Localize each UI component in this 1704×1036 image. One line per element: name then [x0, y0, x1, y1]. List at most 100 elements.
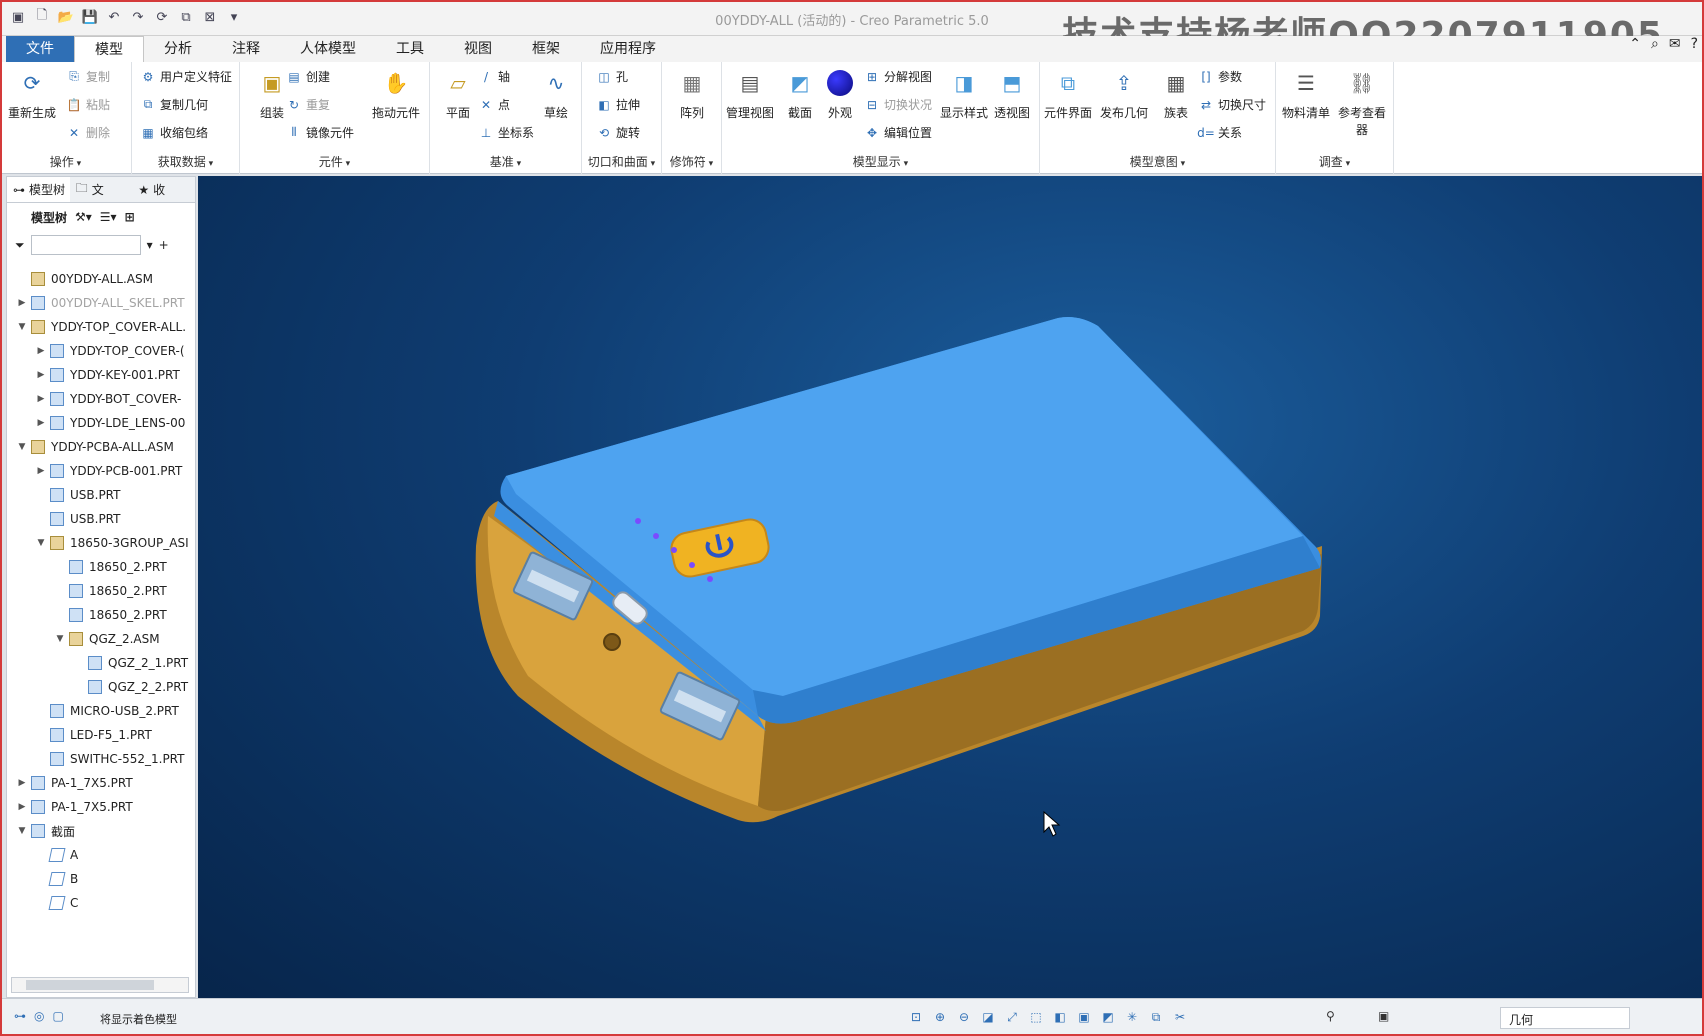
switch-dimensions-button[interactable]: ⇄ 切换尺寸 — [1198, 96, 1266, 113]
extrude-button[interactable]: ◧ 拉伸 — [596, 96, 640, 113]
pattern-button[interactable]: ▦ 阵列 — [664, 66, 720, 121]
tree-item[interactable]: 18650_2.PRT — [7, 603, 197, 627]
tree-item[interactable]: ▶ YDDY-KEY-001.PRT — [7, 363, 197, 387]
drag-component-button[interactable]: ✋ 拖动元件 — [368, 66, 424, 121]
selection-filter-dropdown[interactable]: 几何 — [1500, 1007, 1630, 1029]
expand-icon[interactable]: ▶ — [34, 346, 48, 356]
revolve-button[interactable]: ⟲ 旋转 — [596, 124, 640, 141]
tab-framework[interactable]: 框架 — [512, 36, 580, 62]
tab-tools[interactable]: 工具 — [376, 36, 444, 62]
group-title-cut-surface[interactable]: 切口和曲面 — [582, 153, 661, 170]
shrinkwrap-button[interactable]: ▦ 收缩包络 — [140, 124, 208, 141]
search-icon[interactable]: ⌕ — [1651, 36, 1659, 52]
regenerate-button[interactable]: ⟳ 重新生成 — [4, 66, 60, 121]
settings-icon[interactable]: ⚒▾ — [75, 210, 92, 224]
csys-button[interactable]: ⊥ 坐标系 — [478, 124, 534, 141]
family-table-button[interactable]: ▦ 族表 — [1148, 66, 1204, 121]
axis-button[interactable]: / 轴 — [478, 68, 510, 85]
tree-toggle-icon[interactable]: ⊶ — [14, 1009, 26, 1023]
tab-analysis[interactable]: 分析 — [144, 36, 212, 62]
appearance-button[interactable]: 外观 — [812, 66, 868, 121]
tree-item[interactable]: ▶ YDDY-LDE_LENS-00 — [7, 411, 197, 435]
copy-geometry-button[interactable]: ⧉ 复制几何 — [140, 96, 208, 113]
tree-item[interactable]: ▶ YDDY-TOP_COVER-( — [7, 339, 197, 363]
zoom-out-icon[interactable]: ⊖ — [956, 1009, 972, 1025]
browser-icon[interactable]: ◎ — [34, 1009, 44, 1023]
tab-applications[interactable]: 应用程序 — [580, 36, 676, 62]
tab-folder-browser[interactable]: 🗀 文 — [70, 177, 133, 202]
tab-model-tree[interactable]: ⊶ 模型树 — [7, 177, 70, 202]
expand-icon[interactable]: ▶ — [15, 298, 29, 308]
tab-favorites[interactable]: ★ 收 — [132, 177, 195, 202]
scrollbar-thumb[interactable] — [26, 980, 154, 990]
collapse-icon[interactable]: ▼ — [53, 634, 67, 644]
tree-item[interactable]: 18650_2.PRT — [7, 555, 197, 579]
expand-icon[interactable]: ▶ — [34, 394, 48, 404]
power-bank-3d-model[interactable] — [198, 176, 1704, 998]
collapse-icon[interactable]: ▼ — [15, 826, 29, 836]
columns-icon[interactable]: ⊞ — [125, 210, 135, 224]
udf-button[interactable]: ⚙ 用户定义特征 — [140, 68, 232, 85]
tree-item[interactable]: SWITHC-552_1.PRT — [7, 747, 197, 771]
tree-item[interactable]: ▶ PA-1_7X5.PRT — [7, 771, 197, 795]
tab-annotate[interactable]: 注释 — [212, 36, 280, 62]
group-title-component[interactable]: 元件 — [240, 153, 429, 170]
group-title-model-display[interactable]: 模型显示 — [722, 153, 1039, 170]
point-button[interactable]: ✕ 点 — [478, 96, 510, 113]
display-style-toggle-icon[interactable]: ◧ — [1052, 1009, 1068, 1025]
help-icon[interactable]: ? — [1691, 36, 1698, 52]
repeat-button[interactable]: ↻ 重复 — [286, 96, 330, 113]
group-title-modifiers[interactable]: 修饰符 — [662, 153, 721, 170]
filter-icon[interactable]: ⏷ — [15, 238, 25, 253]
paste-button[interactable]: 📋 粘贴 — [66, 96, 111, 113]
perspective-button[interactable]: ⬒ 透视图 — [984, 66, 1040, 121]
group-title-operations[interactable]: 操作 — [0, 153, 131, 170]
tree-item[interactable]: ▼ 截面 — [7, 819, 197, 843]
expand-icon[interactable]: ▶ — [15, 778, 29, 788]
selection-filter-icon[interactable]: ▣ — [1378, 1009, 1389, 1023]
show-icon[interactable]: ☰▾ — [100, 210, 117, 224]
tree-item[interactable]: A — [7, 843, 197, 867]
tab-manikin[interactable]: 人体模型 — [280, 36, 376, 62]
section-toggle-icon[interactable]: ▣ — [1076, 1009, 1092, 1025]
tree-item[interactable]: ▼ QGZ_2.ASM — [7, 627, 197, 651]
tab-view[interactable]: 视图 — [444, 36, 512, 62]
tree-item[interactable]: LED-F5_1.PRT — [7, 723, 197, 747]
graphics-window[interactable] — [198, 176, 1704, 998]
filter-dropdown-icon[interactable]: ▾ — [147, 238, 153, 252]
collapse-icon[interactable]: ▼ — [15, 322, 29, 332]
annotation-display-icon[interactable]: ⧉ — [1148, 1009, 1164, 1025]
tree-item[interactable]: MICRO-USB_2.PRT — [7, 699, 197, 723]
tree-item[interactable]: B — [7, 867, 197, 891]
hole-button[interactable]: ◫ 孔 — [596, 68, 628, 85]
tree-item[interactable]: ▼ YDDY-PCBA-ALL.ASM — [7, 435, 197, 459]
publish-geometry-button[interactable]: ⇪ 发布几何 — [1096, 66, 1152, 121]
reference-viewer-button[interactable]: ⛓ 参考查看器 — [1334, 66, 1390, 138]
group-title-get-data[interactable]: 获取数据 — [132, 153, 239, 170]
tree-item[interactable]: USB.PRT — [7, 483, 197, 507]
tree-item[interactable]: ▼ 18650-3GROUP_ASI — [7, 531, 197, 555]
group-title-datum[interactable]: 基准 — [430, 153, 581, 170]
tree-item[interactable]: ▶ PA-1_7X5.PRT — [7, 795, 197, 819]
copy-button[interactable]: ⎘ 复制 — [66, 68, 110, 85]
zoom-in-icon[interactable]: ⊕ — [932, 1009, 948, 1025]
tab-file[interactable]: 文件 — [6, 36, 74, 62]
view-orient-icon[interactable]: ⤢ — [1004, 1009, 1020, 1025]
tree-item[interactable]: ▶ 00YDDY-ALL_SKEL.PRT — [7, 291, 197, 315]
expand-icon[interactable]: ▶ — [15, 802, 29, 812]
find-icon[interactable]: ⚲ — [1326, 1009, 1335, 1023]
group-title-model-intent[interactable]: 模型意图 — [1040, 153, 1275, 170]
spin-center-icon[interactable]: ✂ — [1172, 1009, 1188, 1025]
tree-item[interactable]: 18650_2.PRT — [7, 579, 197, 603]
create-button[interactable]: ▤ 创建 — [286, 68, 330, 85]
explode-view-button[interactable]: ⊞ 分解视图 — [864, 68, 932, 85]
edit-position-button[interactable]: ✥ 编辑位置 — [864, 124, 932, 141]
perspective-toggle-icon[interactable]: ◩ — [1100, 1009, 1116, 1025]
sketch-button[interactable]: ∿ 草绘 — [528, 66, 584, 121]
tree-item[interactable]: ▶ YDDY-BOT_COVER- — [7, 387, 197, 411]
tree-item[interactable]: QGZ_2_2.PRT — [7, 675, 197, 699]
expand-icon[interactable]: ▶ — [34, 418, 48, 428]
component-interface-button[interactable]: ⧉ 元件界面 — [1040, 66, 1096, 121]
saved-views-icon[interactable]: ⬚ — [1028, 1009, 1044, 1025]
expand-icon[interactable]: ▶ — [34, 466, 48, 476]
